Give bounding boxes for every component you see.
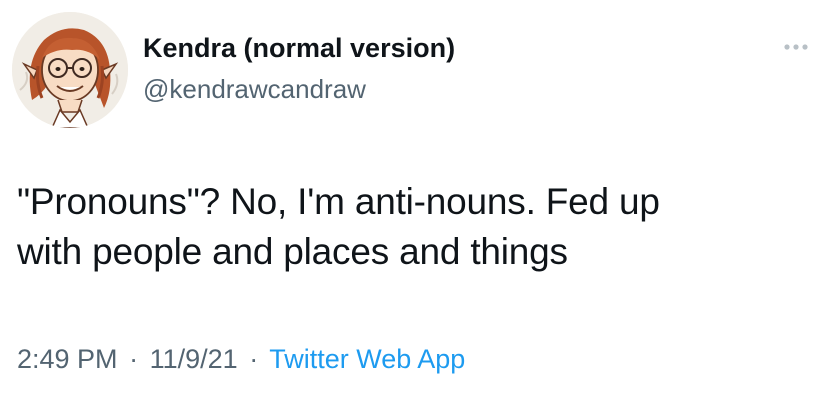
separator-dot: ·	[129, 344, 139, 374]
tweet-meta: 2:49 PM · 11/9/21 · Twitter Web App	[17, 342, 465, 376]
tweet-card: Kendra (normal version) @kendrawcandraw …	[0, 0, 828, 393]
tweet-text-line: with people and places and things	[17, 231, 568, 272]
tweet-source-link[interactable]: Twitter Web App	[269, 344, 465, 374]
more-dots-icon	[784, 44, 808, 50]
user-handle[interactable]: @kendrawcandraw	[143, 73, 366, 105]
cartoon-avatar-icon	[12, 12, 128, 128]
tweet-text-line: "Pronouns"? No, I'm anti-nouns. Fed up	[17, 181, 660, 222]
separator-dot: ·	[249, 344, 259, 374]
tweet-date[interactable]: 11/9/21	[150, 344, 238, 374]
tweet-text: "Pronouns"? No, I'm anti-nouns. Fed up w…	[17, 177, 817, 277]
tweet-time[interactable]: 2:49 PM	[17, 344, 118, 374]
more-options-button[interactable]	[782, 40, 810, 52]
avatar[interactable]	[12, 12, 128, 128]
display-name[interactable]: Kendra (normal version)	[143, 31, 455, 65]
